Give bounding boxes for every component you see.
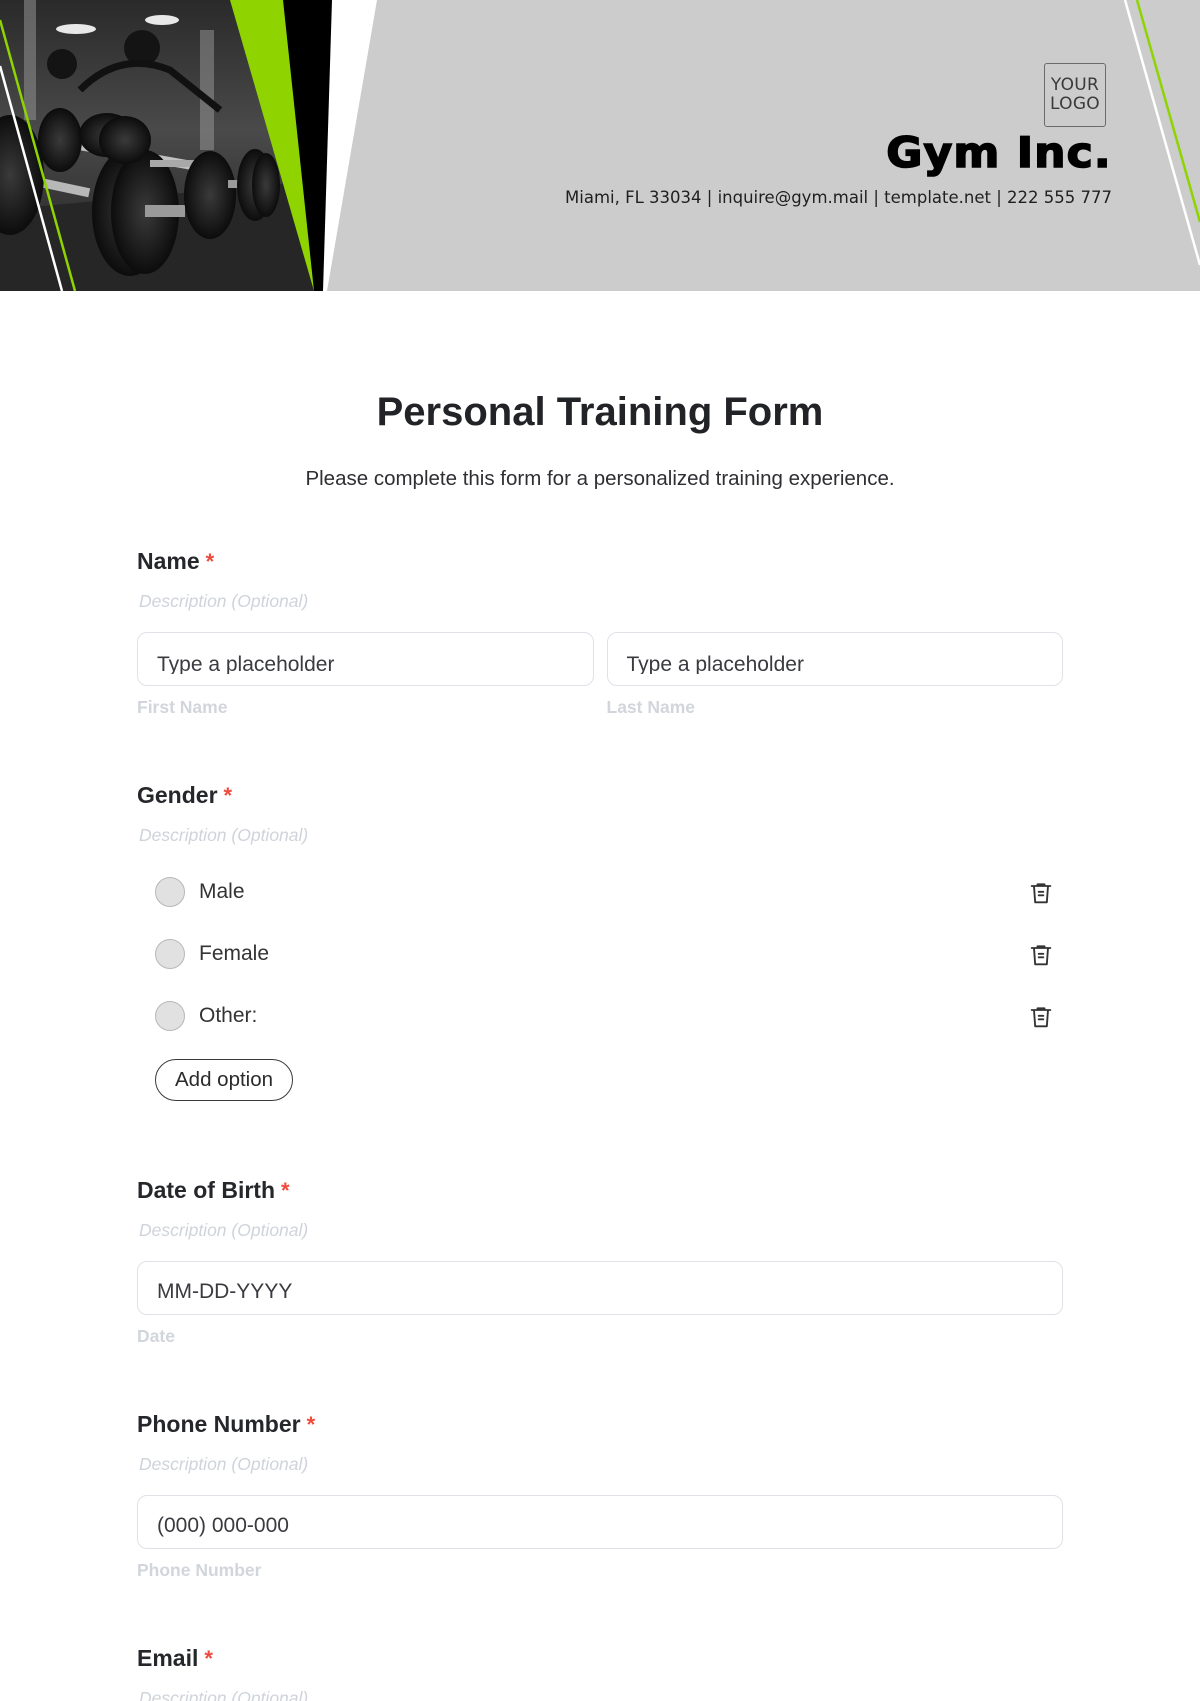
field-label: Name * (137, 546, 1063, 576)
company-logo-placeholder: YOUR LOGO (1044, 63, 1106, 127)
radio-button[interactable] (155, 939, 185, 969)
field-label-text: Email (137, 1645, 199, 1671)
option-label[interactable]: Male (199, 880, 245, 904)
trash-icon[interactable] (1027, 941, 1055, 969)
field-date-of-birth: Date of Birth * Description (Optional) MM… (137, 1175, 1063, 1347)
field-label: Gender * (137, 780, 1063, 810)
field-name: Name * Description (Optional) Type a plac… (137, 546, 1063, 718)
field-label: Phone Number * (137, 1409, 1063, 1439)
date-sublabel: Date (137, 1326, 175, 1346)
company-contact-info: Miami, FL 33034 | inquire@gym.mail | tem… (565, 188, 1112, 207)
trash-icon[interactable] (1027, 879, 1055, 907)
field-label: Email * (137, 1643, 1063, 1673)
trash-icon[interactable] (1027, 1003, 1055, 1031)
phone-sublabel: Phone Number (137, 1560, 262, 1580)
field-label-text: Name (137, 548, 200, 574)
field-email: Email * Description (Optional) (137, 1643, 1063, 1701)
phone-input[interactable]: (000) 000-000 (137, 1495, 1063, 1549)
company-name: Gym Inc. (886, 127, 1112, 178)
field-label: Date of Birth * (137, 1175, 1063, 1205)
date-input[interactable]: MM-DD-YYYY (137, 1261, 1063, 1315)
required-marker: * (223, 783, 233, 808)
last-name-input[interactable]: Type a placeholder (606, 632, 1063, 686)
header-banner: YOUR LOGO Gym Inc. Miami, FL 33034 | inq… (0, 0, 1200, 291)
input-placeholder: MM-DD-YYYY (157, 1280, 293, 1303)
option-label[interactable]: Female (199, 942, 269, 966)
radio-button[interactable] (155, 1001, 185, 1031)
radio-button[interactable] (155, 877, 185, 907)
option-other: Other: (137, 985, 1063, 1047)
field-gender: Gender * Description (Optional) Male Fema… (137, 780, 1063, 1101)
add-option-button[interactable]: Add option (155, 1059, 294, 1101)
required-marker: * (281, 1178, 290, 1203)
description-input[interactable]: Description (Optional) (139, 1219, 1063, 1241)
input-placeholder: Type a placeholder (626, 653, 804, 674)
required-marker: * (204, 1646, 213, 1671)
required-marker: * (306, 1412, 316, 1437)
first-name-input[interactable]: Type a placeholder (137, 632, 594, 686)
field-label-text: Phone Number (137, 1411, 301, 1437)
input-placeholder: Type a placeholder (157, 653, 335, 674)
description-input[interactable]: Description (Optional) (139, 824, 1063, 846)
option-female: Female (137, 923, 1063, 985)
required-marker: * (205, 549, 215, 574)
description-input[interactable]: Description (Optional) (139, 1453, 1063, 1475)
input-placeholder: (000) 000-000 (157, 1514, 289, 1537)
form-title: Personal Training Form (376, 390, 824, 434)
field-label-text: Gender (137, 782, 218, 808)
last-name-sublabel: Last Name (606, 697, 696, 717)
logo-text-line2: LOGO (1049, 94, 1100, 114)
gender-options: Male Female Other: Add option (137, 861, 1063, 1101)
description-input[interactable]: Description (Optional) (139, 590, 1063, 612)
option-male: Male (137, 861, 1063, 923)
description-input[interactable]: Description (Optional) (139, 1687, 1063, 1701)
option-label[interactable]: Other: (199, 1004, 257, 1028)
logo-text-line1: YOUR (1050, 75, 1100, 95)
first-name-sublabel: First Name (137, 697, 228, 717)
field-label-text: Date of Birth (137, 1177, 275, 1203)
form-subtitle: Please complete this form for a personal… (305, 467, 895, 490)
field-phone-number: Phone Number * Description (Optional) (00… (137, 1409, 1063, 1581)
